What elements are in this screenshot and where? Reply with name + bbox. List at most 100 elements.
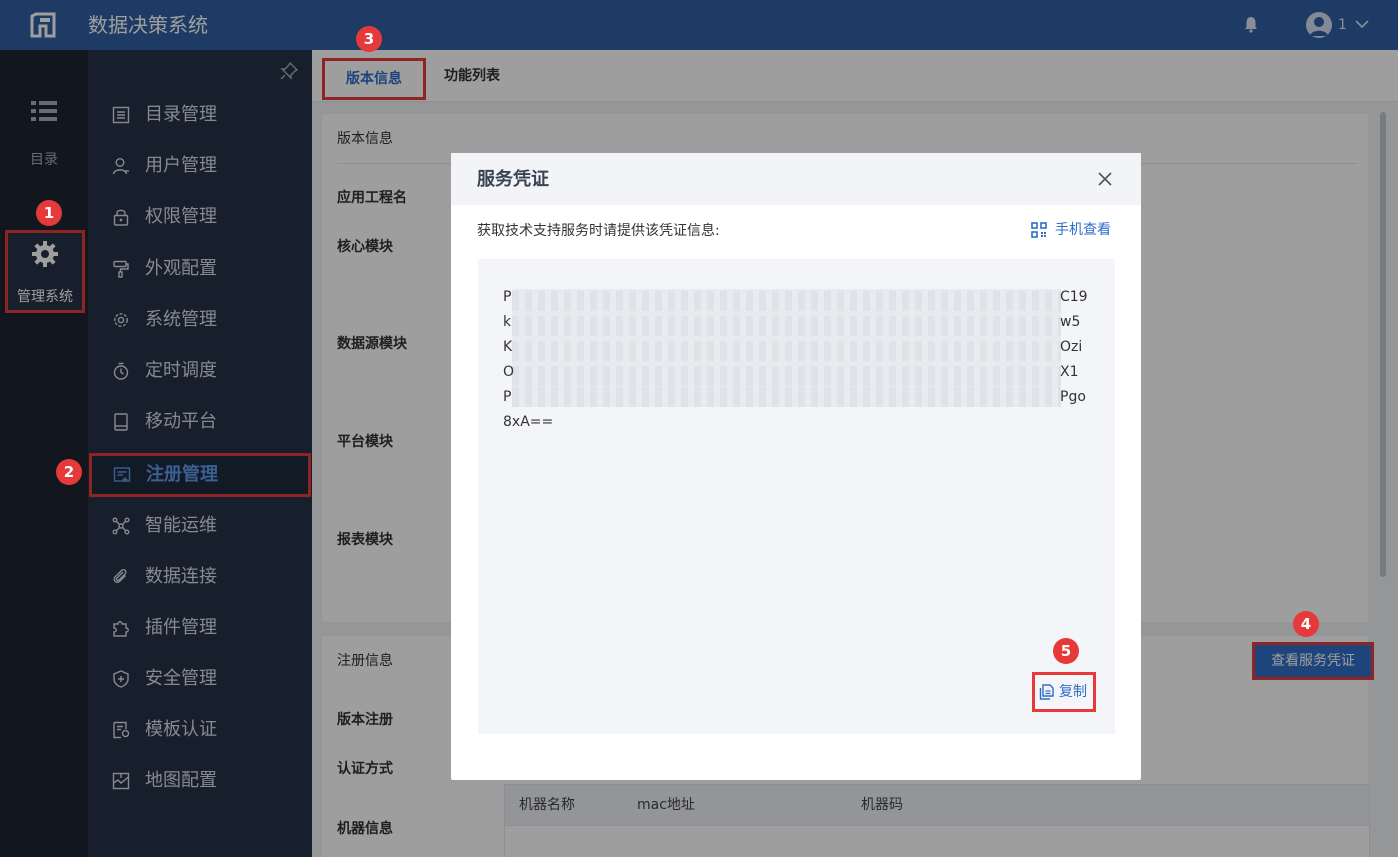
map-icon [112,772,130,790]
table-row [504,826,1370,857]
sidebar-item-security-management[interactable]: 安全管理 [88,657,312,701]
certificate-icon [113,721,130,739]
redacted-credential [512,289,1061,407]
field-report-module-label: 报表模块 [337,532,393,548]
step-badge-2: 2 [56,459,82,485]
field-core-module-label: 核心模块 [337,239,393,255]
step-badge-4: 4 [1293,611,1319,637]
rail-admin-label: 管理系统 [17,289,73,305]
column-header: 机器名称 [519,797,575,813]
credential-line-end: X1 [1060,364,1079,380]
logo-icon [30,12,56,38]
top-bar: 数据决策系统 1 [0,0,1398,50]
field-datasource-module-label: 数据源模块 [337,336,407,352]
sidebar-item-label: 安全管理 [145,668,217,689]
dialog-header: 服务凭证 [451,153,1141,205]
gear-icon [114,313,128,327]
sidebar-item-user-management[interactable]: 用户管理 [88,144,312,188]
sidebar-item-label: 模板认证 [145,719,217,740]
credential-line-end: w5 [1060,314,1081,330]
sidebar-item-register-management[interactable]: 注册管理 [89,453,311,497]
avatar[interactable] [1306,12,1332,38]
credential-line-start: P [503,289,512,305]
sidebar-item-plugin-management[interactable]: 插件管理 [88,606,312,650]
card-title: 版本信息 [337,131,393,147]
user-avatar-icon [1310,17,1328,36]
tab-feature-list[interactable]: 功能列表 [432,58,512,100]
sidebar-item-permission-management[interactable]: 权限管理 [88,195,312,239]
sidebar-menu: 目录管理 用户管理 权限管理 外观配置 系统管理 定时调度 移动平台 注册管理 … [88,50,312,857]
user-icon [112,158,129,175]
credential-line-start: O [503,364,515,380]
list-icon [31,101,57,121]
sidebar-item-label: 系统管理 [145,309,217,330]
field-auth-method-label: 认证方式 [337,761,393,777]
table-header: 机器名称 mac地址 机器码 [504,784,1370,826]
step-badge-5: 5 [1053,638,1079,664]
field-platform-module-label: 平台模块 [337,434,393,450]
credential-line-end: Pgo [1060,389,1086,405]
qr-code-icon [1031,222,1047,238]
credential-text-box[interactable]: P C19 k w5 K Ozi O X1 P Pgo 8xA== 复制 [478,259,1115,734]
sidebar-item-label: 外观配置 [145,258,217,279]
timer-icon [113,362,129,380]
sidebar-item-label: 权限管理 [145,206,217,227]
sidebar-item-system-management[interactable]: 系统管理 [88,298,312,342]
card-title: 注册信息 [337,653,393,669]
chevron-down-icon[interactable] [1354,17,1370,31]
tab-version-info[interactable]: 版本信息 [322,58,426,100]
mobile-view-link[interactable]: 手机查看 [1031,219,1121,243]
network-icon [112,517,130,535]
sidebar-item-appearance-config[interactable]: 外观配置 [88,247,312,291]
credential-last-line: 8xA== [503,414,554,430]
view-service-credential-button[interactable]: 查看服务凭证 [1252,642,1374,680]
sidebar-item-template-certification[interactable]: 模板认证 [88,708,312,752]
column-header: mac地址 [637,797,695,813]
credential-line-end: C19 [1060,289,1088,305]
mobile-view-label: 手机查看 [1055,222,1111,238]
sidebar-item-label: 插件管理 [145,617,217,638]
sidebar-item-data-connection[interactable]: 数据连接 [88,555,312,599]
step-badge-3: 3 [356,26,382,52]
sidebar-item-scheduled-tasks[interactable]: 定时调度 [88,349,312,393]
mobile-icon [114,413,128,431]
list-icon [112,106,130,124]
sidebar-item-map-config[interactable]: 地图配置 [88,759,312,803]
dialog-title: 服务凭证 [477,169,549,190]
copy-button[interactable]: 复制 [1032,672,1096,712]
close-icon[interactable] [1096,170,1114,188]
sidebar-item-smart-ops[interactable]: 智能运维 [88,504,312,548]
rail-item-admin-system[interactable]: 管理系统 [5,230,85,313]
sidebar-item-catalog-management[interactable]: 目录管理 [88,93,312,137]
tab-bar: 版本信息 功能列表 [312,50,1398,102]
sidebar-item-label: 定时调度 [145,360,217,381]
credential-line-end: Ozi [1060,339,1083,355]
rail-item-catalog[interactable]: 目录 [0,90,88,180]
scrollbar[interactable] [1378,102,1388,580]
credential-line-start: K [503,339,513,355]
service-credential-dialog: 服务凭证 获取技术支持服务时请提供该凭证信息: 手机查看 P C19 k w5 … [451,153,1141,780]
gear-icon [32,241,58,267]
sidebar-item-label: 注册管理 [146,464,218,485]
puzzle-icon [113,621,129,637]
sidebar-item-label: 目录管理 [145,104,217,125]
scrollbar-thumb[interactable] [1380,112,1386,577]
sidebar-item-mobile-platform[interactable]: 移动平台 [88,400,312,444]
step-badge-1: 1 [36,200,62,226]
link-icon [113,568,127,584]
pin-icon[interactable] [280,62,298,80]
paint-roller-icon [113,260,129,278]
field-app-name-label: 应用工程名 [337,190,407,206]
bell-icon[interactable] [1242,15,1260,33]
sidebar-item-label: 数据连接 [145,566,217,587]
user-name[interactable]: 1 [1338,14,1347,36]
credential-line-start: P [503,389,512,405]
copy-label: 复制 [1059,684,1087,700]
register-icon [113,467,131,482]
icon-rail: 目录 管理系统 [0,50,88,857]
field-version-registration-label: 版本注册 [337,712,393,728]
column-header: 机器码 [861,797,903,813]
dialog-description: 获取技术支持服务时请提供该凭证信息: [477,223,720,239]
credential-line-start: k [503,314,512,330]
shield-icon [113,670,129,688]
